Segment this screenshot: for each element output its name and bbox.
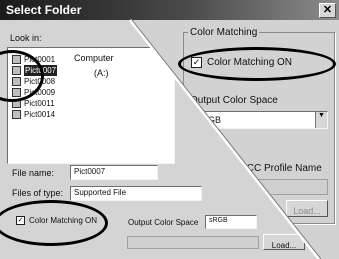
dialog-window: Select Folder ✕ Color Matching ✓ Color M… [0,0,339,259]
highlight-oval-top [178,47,336,81]
